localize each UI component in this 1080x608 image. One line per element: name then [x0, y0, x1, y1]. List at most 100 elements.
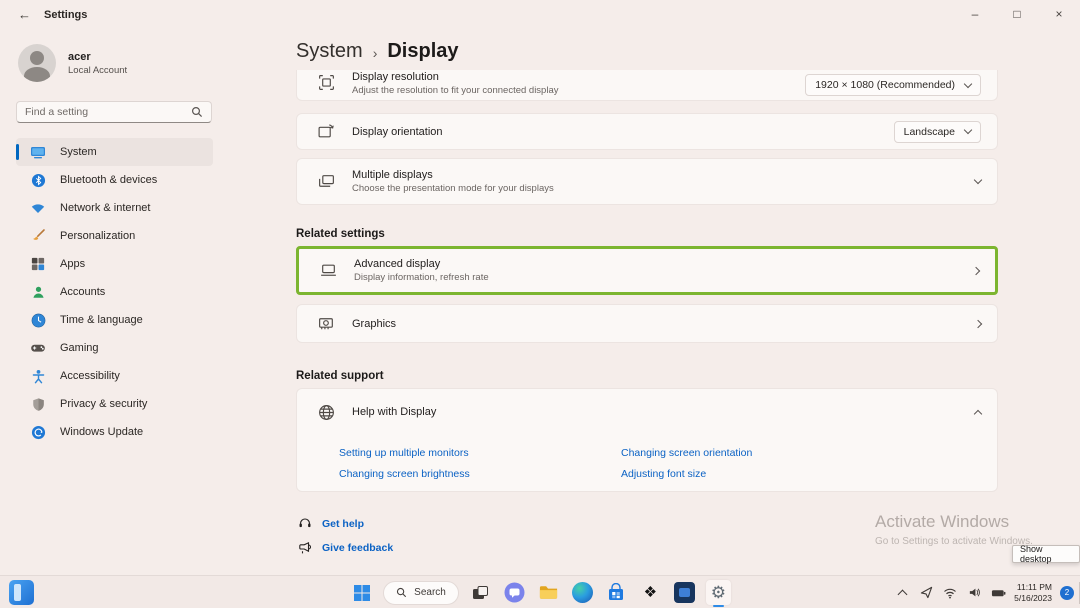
page-title: Display [387, 40, 458, 63]
sidebar-item-label: Personalization [60, 230, 135, 242]
volume-icon[interactable] [966, 585, 982, 601]
taskbar-search-label: Search [414, 587, 446, 598]
resolution-dropdown[interactable]: 1920 × 1080 (Recommended) [805, 74, 981, 96]
give-feedback-icon [298, 541, 312, 555]
start-button[interactable] [349, 580, 374, 605]
back-button[interactable]: ← [18, 7, 31, 22]
card-advanced-display[interactable]: Advanced display Display information, re… [296, 246, 998, 295]
sidebar: acer Local Account System Bluetooth & de… [0, 30, 296, 575]
sidebar-item-label: Bluetooth & devices [60, 174, 157, 186]
sidebar-item-accounts[interactable]: Accounts [16, 278, 213, 306]
sidebar-item-privacy-security[interactable]: Privacy & security [16, 390, 213, 418]
location-icon[interactable] [918, 585, 934, 601]
gaming-icon [30, 340, 46, 356]
help-link-font-size[interactable]: Adjusting font size [621, 468, 752, 480]
sidebar-item-label: Privacy & security [60, 398, 147, 410]
sidebar-item-personalization[interactable]: Personalization [16, 222, 213, 250]
setting-subtitle: Display information, refresh rate [354, 272, 957, 283]
minimize-button[interactable]: – [954, 0, 996, 28]
sidebar-item-apps[interactable]: Apps [16, 250, 213, 278]
notification-badge[interactable]: 2 [1060, 586, 1074, 600]
sidebar-item-windows-update[interactable]: Windows Update [16, 418, 213, 446]
sidebar-item-time-language[interactable]: Time & language [16, 306, 213, 334]
chevron-down-icon[interactable] [974, 176, 982, 184]
sidebar-nav: System Bluetooth & devices Network & int… [16, 138, 213, 446]
get-help-link[interactable]: Get help [322, 518, 364, 530]
account-type: Local Account [68, 65, 127, 76]
chevron-up-icon[interactable] [974, 409, 982, 417]
setting-title: Advanced display [354, 258, 957, 270]
accounts-icon [30, 284, 46, 300]
microsoft-store-icon[interactable] [604, 580, 629, 605]
help-link-screen-orientation[interactable]: Changing screen orientation [621, 447, 752, 459]
photos-app-icon[interactable] [672, 580, 697, 605]
titlebar: ← Settings – □ × [0, 0, 1080, 30]
task-view-button[interactable] [468, 580, 493, 605]
setting-subtitle: Choose the presentation mode for your di… [352, 183, 959, 194]
give-feedback-row[interactable]: Give feedback [298, 541, 393, 555]
setting-subtitle: Adjust the resolution to fit your connec… [352, 85, 789, 96]
help-links: Setting up multiple monitors Changing sc… [339, 447, 752, 480]
account-card[interactable]: acer Local Account [18, 44, 127, 82]
setting-title: Graphics [352, 318, 959, 330]
close-button[interactable]: × [1038, 0, 1080, 28]
give-feedback-link[interactable]: Give feedback [322, 542, 393, 554]
chevron-down-icon [964, 126, 972, 134]
sidebar-item-label: Windows Update [60, 426, 143, 438]
wifi-icon[interactable] [942, 585, 958, 601]
chevron-right-icon: › [373, 43, 378, 61]
privacy-shield-icon [30, 396, 46, 412]
file-explorer-icon[interactable] [536, 580, 561, 605]
sidebar-item-gaming[interactable]: Gaming [16, 334, 213, 362]
advanced-display-icon [319, 261, 338, 280]
tray-date: 5/16/2023 [1014, 593, 1052, 604]
display-orientation-icon [317, 122, 336, 141]
windows-logo-icon [353, 584, 371, 602]
sidebar-item-label: Time & language [60, 314, 143, 326]
help-link-multiple-monitors[interactable]: Setting up multiple monitors [339, 447, 621, 459]
chat-icon[interactable] [502, 580, 527, 605]
hidden-icons-chevron[interactable] [894, 585, 910, 601]
orientation-value: Landscape [904, 126, 955, 138]
bluetooth-icon [30, 172, 46, 188]
taskbar-search[interactable]: Search [383, 581, 459, 605]
sidebar-item-system[interactable]: System [16, 138, 213, 166]
get-help-row[interactable]: Get help [298, 517, 364, 531]
window-controls: – □ × [954, 0, 1080, 28]
windows-update-icon [30, 424, 46, 440]
sidebar-item-bluetooth-devices[interactable]: Bluetooth & devices [16, 166, 213, 194]
activate-windows-watermark: Activate Windows Go to Settings to activ… [875, 512, 1033, 547]
search-box[interactable] [16, 101, 212, 123]
sidebar-item-label: Accounts [60, 286, 105, 298]
sidebar-item-network-internet[interactable]: Network & internet [16, 194, 213, 222]
card-display-orientation: Display orientation Landscape [296, 113, 998, 150]
card-graphics[interactable]: Graphics [296, 304, 998, 343]
maximize-button[interactable]: □ [996, 0, 1038, 28]
card-multiple-displays[interactable]: Multiple displays Choose the presentatio… [296, 158, 998, 205]
settings-taskbar-icon[interactable]: ⚙ [706, 580, 731, 605]
watermark-title: Activate Windows [875, 512, 1033, 532]
display-resolution-icon [317, 73, 336, 92]
avatar [18, 44, 56, 82]
tray-time: 11:11 PM [1014, 582, 1052, 593]
globe-icon [317, 403, 336, 422]
breadcrumb-parent[interactable]: System [296, 40, 363, 63]
sidebar-item-accessibility[interactable]: Accessibility [16, 362, 213, 390]
help-link-screen-brightness[interactable]: Changing screen brightness [339, 468, 621, 480]
section-related-support: Related support [296, 370, 384, 382]
orientation-dropdown[interactable]: Landscape [894, 121, 981, 143]
help-header-row[interactable]: Help with Display [297, 389, 997, 435]
clock[interactable]: 11:11 PM 5/16/2023 [1014, 582, 1052, 603]
network-icon [30, 200, 46, 216]
battery-icon[interactable] [990, 585, 1006, 601]
system-icon [30, 144, 46, 160]
graphics-icon [317, 314, 336, 333]
task-view-icon [470, 583, 490, 603]
show-desktop-tooltip: Show desktop [1012, 545, 1080, 563]
edge-browser-icon[interactable] [570, 580, 595, 605]
section-related-settings: Related settings [296, 228, 385, 240]
resolution-value: 1920 × 1080 (Recommended) [815, 79, 955, 91]
search-input[interactable] [25, 106, 191, 118]
dropbox-icon[interactable]: ❖ [638, 580, 663, 605]
chevron-down-icon [964, 79, 972, 87]
